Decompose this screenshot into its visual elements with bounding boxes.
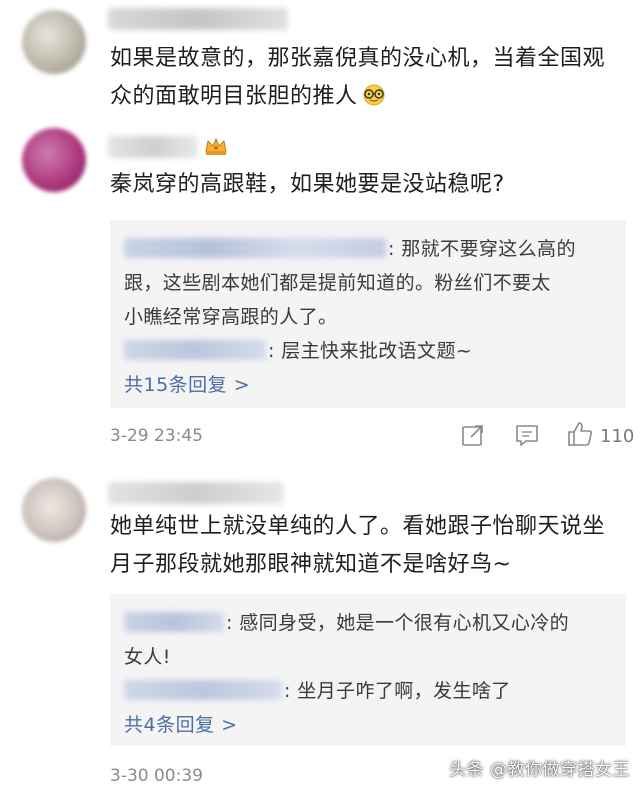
comment-meta: 3-29 23:45 110 xyxy=(110,420,634,452)
more-replies-link[interactable]: 共15条回复 > xyxy=(124,368,612,402)
reply-item[interactable]: : 层主快来批改语文题~ xyxy=(124,334,612,368)
username-blurred[interactable] xyxy=(108,136,198,158)
comment-text-line: 她单纯世上就没单纯的人了。看她跟子怡聊天说坐 xyxy=(110,514,606,539)
username-blurred[interactable] xyxy=(108,8,288,30)
comment-text: 秦岚穿的高跟鞋，如果她要是没站稳呢? xyxy=(110,172,505,197)
reply-username-blurred[interactable] xyxy=(124,612,224,632)
reply-item[interactable]: : 坐月子咋了啊，发生啥了 xyxy=(124,674,612,708)
more-replies-link[interactable]: 共4条回复 > xyxy=(124,708,612,742)
like-count: 110 xyxy=(600,426,635,447)
avatar[interactable] xyxy=(22,128,86,192)
comment-text-line: 众的面敢明目张胆的推人 xyxy=(110,78,620,116)
username-blurred[interactable] xyxy=(108,482,284,504)
timestamp: 3-30 00:39 xyxy=(110,766,203,786)
timestamp: 3-29 23:45 xyxy=(110,426,203,446)
reply-item[interactable]: : 那就不要穿这么高的 跟，这些剧本她们都是提前知道的。粉丝们不要太 小瞧经常穿… xyxy=(124,232,612,334)
comment-icon[interactable] xyxy=(514,422,540,448)
comment-text-line: 月子那段就她那眼神就知道不是啥好鸟~ xyxy=(110,552,512,577)
reply-username-blurred[interactable] xyxy=(124,680,282,700)
face-with-glasses-emoji xyxy=(363,84,385,106)
comment-text: 她单纯世上就没单纯的人了。看她跟子怡聊天说坐 月子那段就她那眼神就知道不是啥好鸟… xyxy=(110,508,620,584)
comment-text-line: 如果是故意的，那张嘉倪真的没心机，当着全国观 xyxy=(110,46,606,71)
thumbs-up-icon[interactable] xyxy=(566,420,594,448)
crown-icon xyxy=(204,136,228,160)
reply-item[interactable]: : 感同身受，她是一个很有心机又心冷的 女人! xyxy=(124,606,612,674)
share-icon[interactable] xyxy=(460,422,486,448)
replies-box[interactable]: : 那就不要穿这么高的 跟，这些剧本她们都是提前知道的。粉丝们不要太 小瞧经常穿… xyxy=(110,220,626,408)
reply-username-blurred[interactable] xyxy=(124,238,386,258)
reply-username-blurred[interactable] xyxy=(124,340,266,360)
crown-icon-svg xyxy=(205,137,227,155)
replies-box[interactable]: : 感同身受，她是一个很有心机又心冷的 女人! : 坐月子咋了啊，发生啥了 共4… xyxy=(110,594,626,746)
comment-text: 如果是故意的，那张嘉倪真的没心机，当着全国观 众的面敢明目张胆的推人 xyxy=(110,40,620,116)
avatar[interactable] xyxy=(22,10,86,74)
avatar[interactable] xyxy=(22,478,86,542)
watermark: 头条 @教你做穿搭女王 xyxy=(449,760,630,780)
